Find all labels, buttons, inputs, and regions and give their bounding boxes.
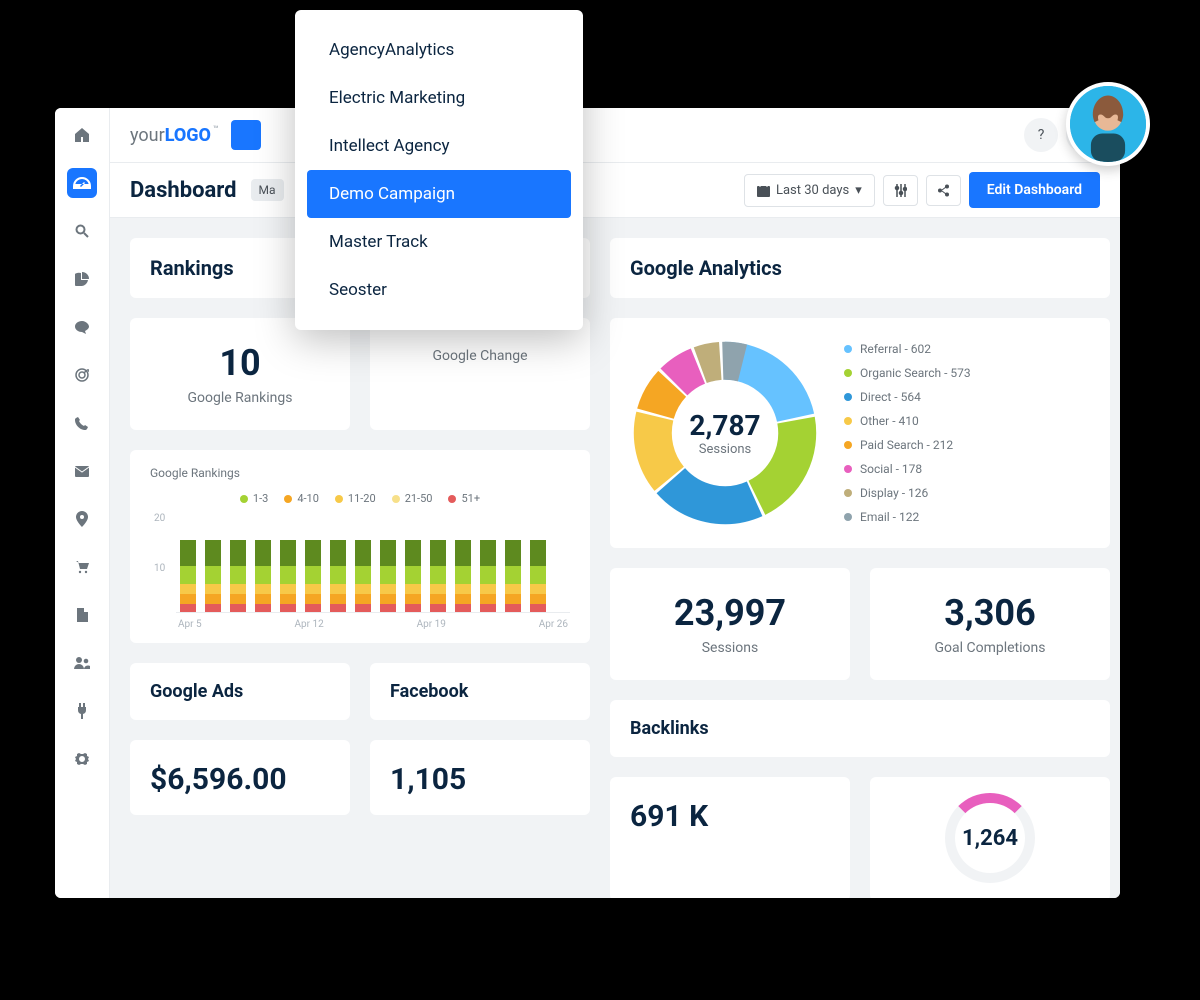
header-bar: Dashboard Ma Last 30 days ▾ Edit Dashboa… bbox=[110, 163, 1120, 218]
settings-button[interactable] bbox=[883, 175, 918, 206]
cart-icon[interactable] bbox=[67, 552, 97, 582]
edit-dashboard-button[interactable]: Edit Dashboard bbox=[969, 172, 1100, 208]
dropdown-item[interactable]: Intellect Agency bbox=[295, 122, 583, 170]
backlinks-gauge: 1,264 bbox=[870, 777, 1110, 898]
target-icon[interactable] bbox=[67, 360, 97, 390]
location-icon[interactable] bbox=[67, 504, 97, 534]
page-title: Dashboard bbox=[130, 178, 237, 203]
chevron-down-icon: ▾ bbox=[855, 183, 862, 198]
chart-legend: 1-34-1011-2021-5051+ bbox=[150, 492, 570, 505]
share-icon bbox=[937, 184, 950, 197]
users-icon[interactable] bbox=[67, 648, 97, 678]
x-axis: Apr 5Apr 12Apr 19Apr 26 bbox=[176, 619, 570, 630]
chat-icon[interactable] bbox=[67, 312, 97, 342]
bar-chart-canvas bbox=[176, 513, 570, 613]
google-ads-value: $6,596.00 bbox=[130, 740, 350, 815]
topbar: yourLOGO™ ? bbox=[110, 108, 1120, 163]
help-icon[interactable]: ? bbox=[1024, 118, 1058, 152]
backlinks-header: Backlinks bbox=[610, 700, 1110, 757]
app-window: yourLOGO™ ? Dashboard Ma Last 30 days ▾ bbox=[55, 108, 1120, 898]
google-change-stat: Google Change bbox=[370, 318, 590, 430]
logo: yourLOGO™ bbox=[130, 125, 219, 146]
dropdown-item[interactable]: Electric Marketing bbox=[295, 74, 583, 122]
dropdown-item[interactable]: Seoster bbox=[295, 266, 583, 314]
donut-legend: Referral - 602Organic Search - 573Direct… bbox=[844, 342, 971, 524]
calendar-icon bbox=[757, 184, 770, 197]
rankings-chart: Google Rankings 1-34-1011-2021-5051+ 20 … bbox=[130, 450, 590, 643]
mail-icon[interactable] bbox=[67, 456, 97, 486]
file-icon[interactable] bbox=[67, 600, 97, 630]
google-ads-header: Google Ads bbox=[130, 663, 350, 720]
sliders-icon bbox=[894, 184, 907, 197]
dashboard-icon[interactable] bbox=[67, 168, 97, 198]
goal-completions-stat: 3,306 Goal Completions bbox=[870, 568, 1110, 680]
main-area: yourLOGO™ ? Dashboard Ma Last 30 days ▾ bbox=[110, 108, 1120, 898]
phone-icon[interactable] bbox=[67, 408, 97, 438]
sidebar bbox=[55, 108, 110, 898]
content: Rankings 10 Google Rankings Google Chang… bbox=[110, 218, 1120, 898]
gear-icon[interactable] bbox=[67, 744, 97, 774]
pie-chart-icon[interactable] bbox=[67, 264, 97, 294]
search-icon[interactable] bbox=[67, 216, 97, 246]
home-icon[interactable] bbox=[67, 120, 97, 150]
sessions-donut-card: 2,787 Sessions Referral - 602Organic Sea… bbox=[610, 318, 1110, 548]
campaign-dropdown[interactable]: AgencyAnalyticsElectric MarketingIntelle… bbox=[295, 10, 583, 330]
analytics-header: Google Analytics bbox=[610, 238, 1110, 298]
avatar[interactable] bbox=[1066, 82, 1150, 166]
date-range-button[interactable]: Last 30 days ▾ bbox=[744, 174, 875, 207]
left-column: Rankings 10 Google Rankings Google Chang… bbox=[130, 238, 590, 898]
sessions-stat: 23,997 Sessions bbox=[610, 568, 850, 680]
dropdown-item[interactable]: Master Track bbox=[295, 218, 583, 266]
campaign-switch-button[interactable] bbox=[231, 120, 261, 150]
dropdown-item[interactable]: Demo Campaign bbox=[307, 170, 571, 218]
dropdown-item[interactable]: AgencyAnalytics bbox=[295, 26, 583, 74]
campaign-tag[interactable]: Ma bbox=[251, 179, 284, 201]
facebook-header: Facebook bbox=[370, 663, 590, 720]
facebook-value: 1,105 bbox=[370, 740, 590, 815]
donut-chart: 2,787 Sessions bbox=[630, 338, 820, 528]
plug-icon[interactable] bbox=[67, 696, 97, 726]
google-rankings-stat: 10 Google Rankings bbox=[130, 318, 350, 430]
share-button[interactable] bbox=[926, 175, 961, 206]
right-column: Google Analytics 2,787 Sessions Referral… bbox=[610, 238, 1110, 898]
backlinks-value: 691 K bbox=[610, 777, 850, 898]
